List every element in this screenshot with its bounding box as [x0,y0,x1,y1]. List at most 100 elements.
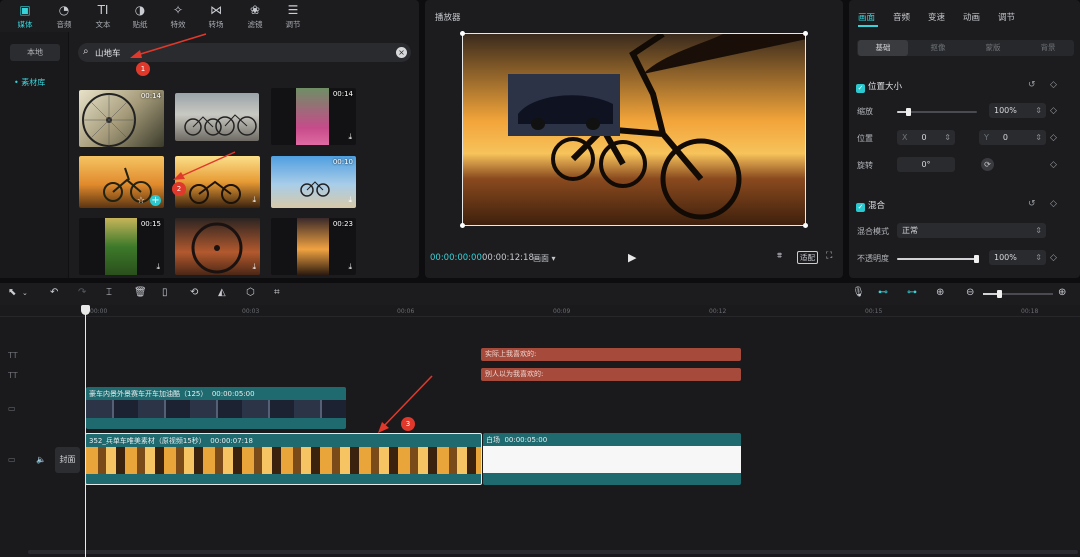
microphone-icon[interactable]: 🎙 [852,287,865,298]
keyframe-icon[interactable]: ◇ [1050,133,1057,143]
scale-slider[interactable] [897,108,977,116]
download-icon[interactable]: ⤓ [348,262,352,272]
media-thumb[interactable] [175,93,259,141]
resize-handle[interactable] [460,31,465,36]
waveform-icon[interactable]: ⩨ [777,251,782,261]
crop-icon[interactable]: ⌗ [274,287,280,298]
ratio-dropdown[interactable]: 画面 ▾ [533,253,556,264]
text-clip[interactable]: 实际上我喜欢的: [481,348,741,361]
stepper-icon[interactable]: ⇕ [944,130,951,145]
add-to-track-icon[interactable]: + [150,195,161,206]
playhead[interactable] [85,305,86,557]
freeze-icon[interactable]: ▯ [162,287,168,298]
tab-adjust[interactable]: 调节 [998,11,1015,23]
cover-button[interactable]: 封面 [55,447,80,473]
opacity-input[interactable]: 100% ⇕ [989,250,1046,265]
tab-picture[interactable]: 画面 [858,11,875,23]
tab-media[interactable]: ▣ 媒体 [7,3,43,30]
rotate-input[interactable]: 0° [897,157,955,172]
media-thumb[interactable]: 00:14 ⤓ [271,88,356,145]
scale-slider-knob[interactable] [906,108,911,116]
clear-search-icon[interactable]: × [396,47,407,58]
download-icon[interactable]: ⤓ [156,262,160,272]
stepper-icon[interactable]: ⇕ [1035,103,1042,118]
mirror-icon[interactable]: ◭ [218,287,226,298]
snap-icon[interactable]: ⊶ [907,287,917,298]
media-thumb[interactable]: 00:14 [79,90,164,147]
main-video-clip[interactable]: 352_兵单车唯美素材（原视频15秒） 00:00:07:18 [85,433,482,485]
subtab-cutout[interactable]: 抠像 [913,40,963,56]
white-clip[interactable]: 白场 00:00:05:00 [483,433,741,485]
sidebar-item-local[interactable]: 本地 [10,44,60,61]
reverse-icon[interactable]: ⟲ [190,287,198,298]
tab-effects[interactable]: ✧ 特效 [160,3,196,30]
reset-icon[interactable]: ↺ [1028,80,1036,90]
download-icon[interactable]: ⤓ [348,132,352,142]
media-thumb[interactable]: 00:15 ⤓ [79,218,164,275]
tab-audio[interactable]: 音频 [893,11,910,23]
subtab-mask[interactable]: 蒙版 [968,40,1018,56]
stepper-icon[interactable]: ⇕ [1035,223,1042,238]
resize-handle[interactable] [803,31,808,36]
keyframe-icon[interactable]: ◇ [1050,160,1057,170]
split-icon[interactable]: ⌶ [106,287,112,298]
media-thumb[interactable]: 00:23 ⤓ [271,218,356,275]
media-thumb[interactable]: ☆ + [79,156,164,208]
position-y-input[interactable]: Y 0 ⇕ [979,130,1046,145]
resize-handle[interactable] [803,223,808,228]
zoom-slider[interactable] [983,290,1053,298]
play-button[interactable]: ▶ [628,251,636,264]
tab-audio[interactable]: ◔ 音频 [46,3,82,30]
checkbox-icon[interactable]: ✓ [856,203,865,212]
mute-icon[interactable]: 🔈 [36,455,46,464]
undo-icon[interactable]: ↶ [50,287,58,298]
sidebar-item-library[interactable]: • 素材库 [10,74,60,91]
favorite-star-icon[interactable]: ☆ [137,196,145,206]
download-icon[interactable]: ⤓ [252,262,256,272]
zoom-slider-knob[interactable] [997,290,1002,298]
fullscreen-icon[interactable]: ⛶ [826,251,832,261]
resize-handle[interactable] [460,223,465,228]
stepper-icon[interactable]: ⇕ [1035,250,1042,265]
reset-icon[interactable]: ↺ [1028,199,1036,209]
opacity-slider-knob[interactable] [974,255,979,263]
tab-filter[interactable]: ❀ 滤镜 [237,3,273,30]
chevron-down-icon[interactable]: ⌄ [22,289,28,297]
keyframe-icon[interactable]: ◇ [1050,253,1057,263]
redo-icon[interactable]: ↷ [78,287,86,298]
fit-button[interactable]: 适配 [797,251,818,264]
download-icon[interactable]: ⤓ [252,195,256,205]
keyframe-icon[interactable]: ◇ [1050,80,1057,90]
tab-text[interactable]: TI 文本 [85,3,121,30]
subtab-basic[interactable]: 基础 [858,40,908,56]
keyframe-icon[interactable]: ◇ [1050,199,1057,209]
rotate-icon[interactable]: ⬡ [246,287,255,298]
download-icon[interactable]: ⤓ [348,195,352,205]
align-icon[interactable]: ⊕ [936,287,944,298]
scale-input[interactable]: 100% ⇕ [989,103,1046,118]
tab-adjust[interactable]: ☰ 调节 [275,3,311,30]
blend-mode-select[interactable]: 正常 ⇕ [897,223,1046,238]
blend-section[interactable]: ✓ 混合 [856,199,885,212]
media-thumb[interactable]: 00:10 ⤓ [271,156,356,208]
media-thumb[interactable]: ⤓ [175,218,260,275]
link-icon[interactable]: ⊷ [878,287,888,298]
position-size-section[interactable]: ✓ 位置大小 [856,80,902,93]
zoom-out-icon[interactable]: ⊖ [966,287,974,298]
position-x-input[interactable]: X 0 ⇕ [897,130,955,145]
text-clip[interactable]: 别人以为我喜欢的: [481,368,741,381]
horizontal-scrollbar[interactable] [28,550,1078,554]
overlay-video-clip[interactable]: 豪车内景外景赛车开车加油酷（125） 00:00:05:00 [86,387,346,429]
subtab-background[interactable]: 背景 [1023,40,1073,56]
rotate-knob-icon[interactable]: ⟳ [981,158,994,171]
delete-icon[interactable]: 🗑 [134,287,147,298]
tab-transition[interactable]: ⋈ 转场 [198,3,234,30]
playhead-handle[interactable] [81,305,90,315]
stepper-icon[interactable]: ⇕ [1035,130,1042,145]
tab-speed[interactable]: 变速 [928,11,945,23]
tab-sticker[interactable]: ◑ 贴纸 [122,3,158,30]
keyframe-icon[interactable]: ◇ [1050,106,1057,116]
video-preview[interactable] [462,33,806,226]
checkbox-icon[interactable]: ✓ [856,84,865,93]
zoom-in-icon[interactable]: ⊕ [1058,287,1066,298]
